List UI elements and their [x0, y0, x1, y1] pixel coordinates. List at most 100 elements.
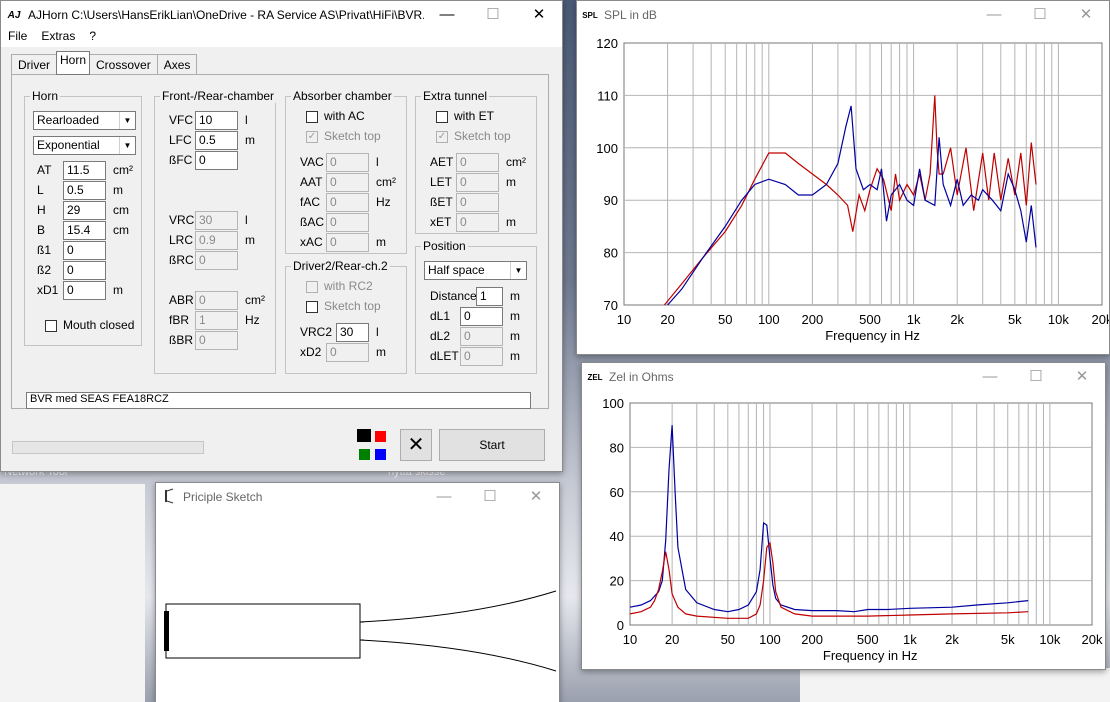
sketch-titlebar[interactable]: Priciple Sketch — ☐ ✕: [156, 483, 559, 511]
maximize-button[interactable]: ☐: [470, 1, 516, 29]
param-unit: l: [376, 325, 379, 339]
param-unit: cm²: [376, 175, 396, 189]
bbr-input[interactable]: 0: [195, 331, 238, 350]
tab-horn[interactable]: Horn: [56, 51, 91, 75]
green-swatch[interactable]: [359, 449, 370, 460]
with-et-label: with ET: [454, 109, 495, 123]
vrc2-input[interactable]: 30: [336, 323, 369, 342]
param-label: Distance: [430, 289, 477, 303]
red-swatch[interactable]: [375, 431, 386, 442]
background-window-bottom: [800, 668, 1110, 702]
absorber-chamber-group: Absorber chamber with AC ✓ Sketch top VA…: [285, 89, 407, 254]
ajhorn-main-window[interactable]: AJ AJHorn C:\Users\HansErikLian\OneDrive…: [0, 0, 563, 472]
aet-input[interactable]: 0: [456, 153, 499, 172]
main-titlebar[interactable]: AJ AJHorn C:\Users\HansErikLian\OneDrive…: [1, 1, 562, 29]
tab-crossover[interactable]: Crossover: [89, 54, 158, 75]
tab-driver[interactable]: Driver: [11, 54, 57, 75]
y-tick-label: 20: [610, 574, 624, 589]
param-unit: m: [510, 289, 520, 303]
close-button[interactable]: ✕: [1063, 1, 1109, 29]
spl-titlebar[interactable]: SPL SPL in dB — ☐ ✕: [577, 1, 1109, 29]
xd2-input[interactable]: 0: [326, 343, 369, 362]
beta2-input[interactable]: 0: [63, 261, 106, 280]
lrc-input[interactable]: 0.9: [195, 231, 238, 250]
background-window: [0, 484, 145, 702]
lfc-input[interactable]: 0.5: [195, 131, 238, 150]
start-button[interactable]: Start: [439, 429, 545, 461]
bac-input[interactable]: 0: [326, 213, 369, 232]
vfc-input[interactable]: 10: [195, 111, 238, 130]
abr-input[interactable]: 0: [195, 291, 238, 310]
xd1-input[interactable]: 0: [63, 281, 106, 300]
vrc-input[interactable]: 30: [195, 211, 238, 230]
tab-strip: Driver Horn Crossover Axes: [11, 51, 198, 75]
menu-bar: File Extras ?: [1, 29, 562, 47]
xet-input[interactable]: 0: [456, 213, 499, 232]
close-button[interactable]: ✕: [513, 483, 559, 511]
position-space-select[interactable]: Half space ▼: [424, 261, 527, 280]
param-label: H: [37, 203, 46, 217]
minimize-button[interactable]: —: [967, 363, 1013, 391]
vac-input[interactable]: 0: [326, 153, 369, 172]
param-unit: l: [245, 113, 248, 127]
horn-group-label: Horn: [30, 89, 61, 103]
menu-help[interactable]: ?: [82, 29, 103, 47]
let-input[interactable]: 0: [456, 173, 499, 192]
param-unit: m: [510, 329, 520, 343]
with-rc2-checkbox[interactable]: [306, 281, 318, 293]
with-et-checkbox[interactable]: [436, 111, 448, 123]
progress-bar: [12, 441, 204, 454]
maximize-button[interactable]: ☐: [1013, 363, 1059, 391]
clear-button[interactable]: ✕: [400, 429, 432, 461]
y-tick-label: 110: [597, 88, 618, 103]
x-axis-label: Frequency in Hz: [823, 648, 918, 663]
h-input[interactable]: 29: [63, 201, 106, 220]
brc-input[interactable]: 0: [195, 251, 238, 270]
menu-extras[interactable]: Extras: [34, 29, 82, 47]
maximize-button[interactable]: ☐: [1017, 1, 1063, 29]
menu-file[interactable]: File: [1, 29, 34, 47]
zel-chart-window[interactable]: ZEL Zel in Ohms — ☐ ✕ 0 20 40 60 80 100 10 20 50…: [581, 362, 1106, 670]
minimize-button[interactable]: —: [421, 483, 467, 511]
dlet-input[interactable]: 0: [460, 347, 503, 366]
mouth-closed-checkbox[interactable]: [45, 320, 57, 332]
l-input[interactable]: 0.5: [63, 181, 106, 200]
et-sketch-top-checkbox[interactable]: ✓: [436, 131, 448, 143]
position-group: Position Half space ▼ Distance 1 m dL1 0…: [415, 239, 537, 374]
dl2-input[interactable]: 0: [460, 327, 503, 346]
driver2-group: Driver2/Rear-ch.2 with RC2 Sketch top VR…: [285, 259, 407, 374]
xac-input[interactable]: 0: [326, 233, 369, 252]
bet-input[interactable]: 0: [456, 193, 499, 212]
maximize-button[interactable]: ☐: [467, 483, 513, 511]
param-label: AET: [430, 155, 454, 169]
param-unit: m: [506, 215, 516, 229]
tab-axes[interactable]: Axes: [156, 54, 198, 75]
y-tick-label: 80: [604, 246, 618, 261]
minimize-button[interactable]: —: [971, 1, 1017, 29]
spl-chart-window[interactable]: SPL SPL in dB — ☐ ✕ 70 80 90 100 110 120 10 20 5…: [576, 0, 1110, 355]
horn-loading-select[interactable]: Rearloaded ▼: [33, 111, 136, 130]
fbr-input[interactable]: 1: [195, 311, 238, 330]
aat-input[interactable]: 0: [326, 173, 369, 192]
driver2-sketch-top-checkbox[interactable]: [306, 301, 318, 313]
with-ac-checkbox[interactable]: [306, 111, 318, 123]
bfc-input[interactable]: 0: [195, 151, 238, 170]
horn-flare-select[interactable]: Exponential ▼: [33, 136, 136, 155]
b-input[interactable]: 15.4: [63, 221, 106, 240]
position-group-label: Position: [421, 239, 468, 253]
absorber-sketch-top-checkbox[interactable]: ✓: [306, 131, 318, 143]
beta1-input[interactable]: 0: [63, 241, 106, 260]
description-input[interactable]: BVR med SEAS FEA18RCZ: [26, 392, 531, 409]
distance-input[interactable]: 1: [476, 287, 503, 306]
dl1-input[interactable]: 0: [460, 307, 503, 326]
fac-input[interactable]: 0: [326, 193, 369, 212]
principle-sketch-window[interactable]: Priciple Sketch — ☐ ✕: [155, 482, 560, 702]
close-button[interactable]: ✕: [1059, 363, 1105, 391]
black-swatch[interactable]: [357, 429, 371, 442]
close-button[interactable]: ✕: [516, 1, 562, 29]
y-tick-label: 80: [610, 440, 624, 455]
at-input[interactable]: 11.5: [63, 161, 106, 180]
zel-titlebar[interactable]: ZEL Zel in Ohms — ☐ ✕: [582, 363, 1105, 391]
minimize-button[interactable]: —: [424, 1, 470, 29]
blue-swatch[interactable]: [375, 449, 386, 460]
